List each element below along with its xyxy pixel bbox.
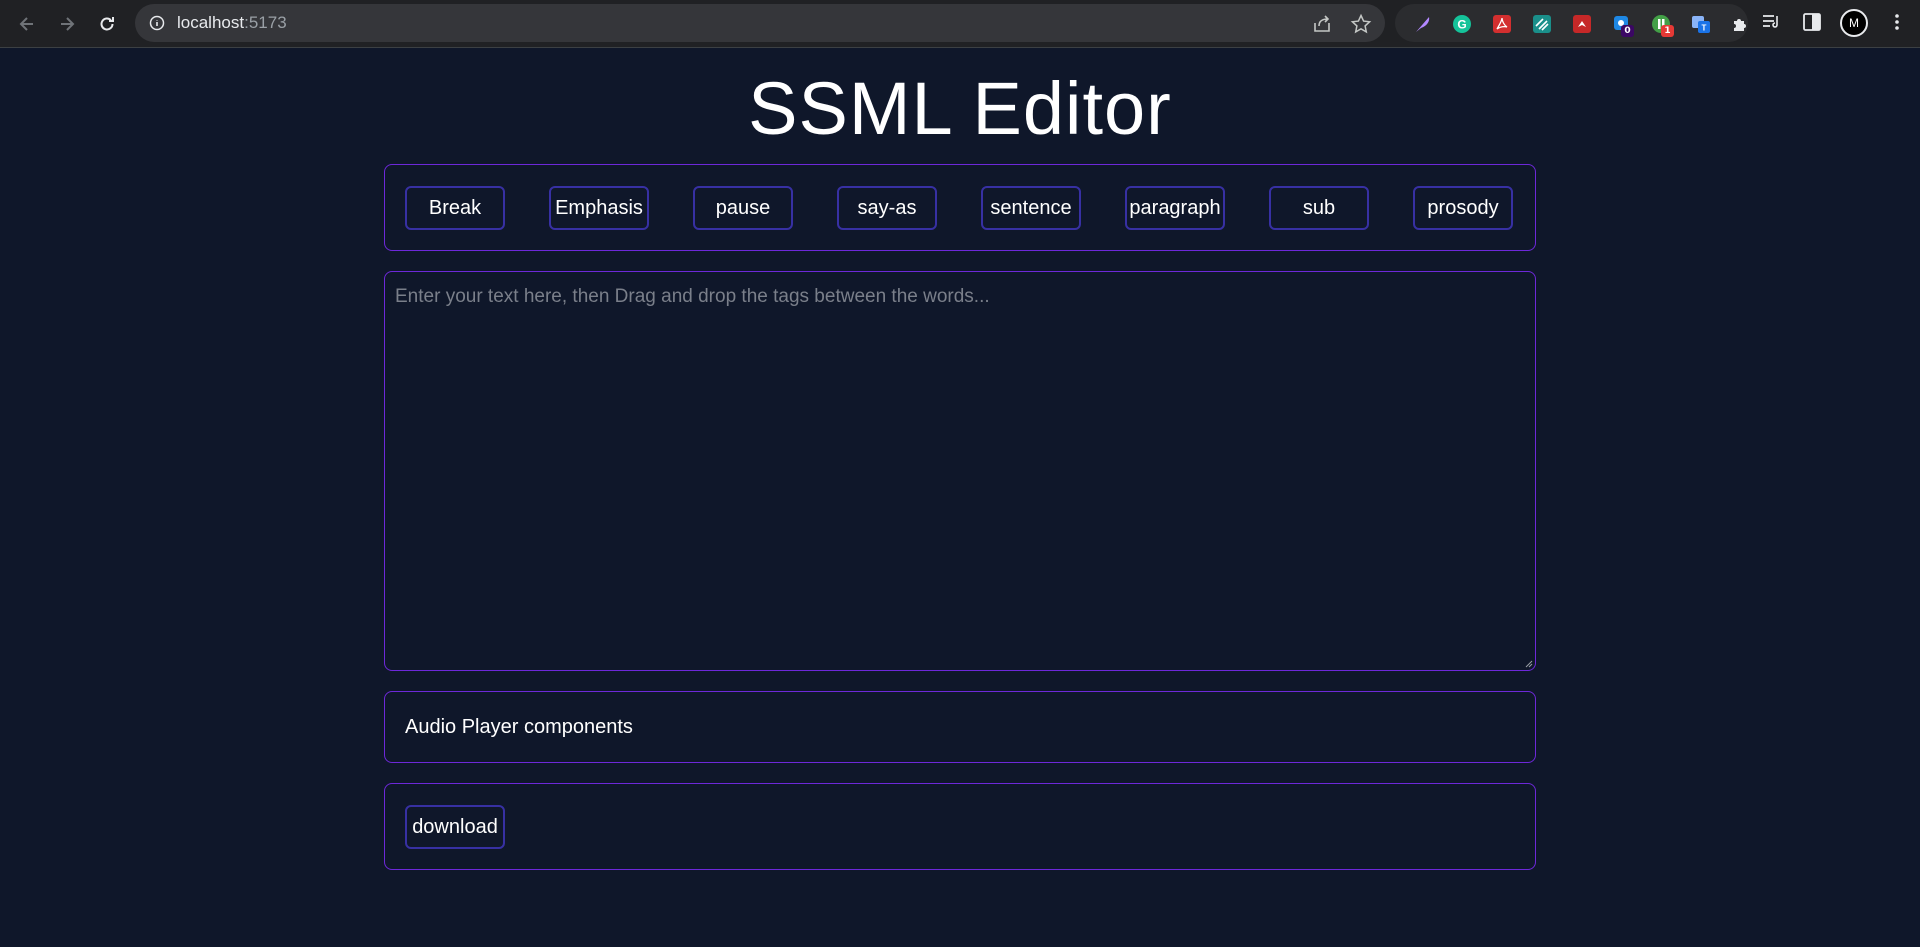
url-text: localhost:5173 (177, 13, 287, 33)
reading-list-icon[interactable] (1760, 11, 1782, 33)
arrow-right-icon (61, 17, 75, 31)
page-title: SSML Editor (748, 67, 1172, 150)
extensions-area: G 0 1 T (1395, 4, 1748, 42)
back-button[interactable] (12, 9, 42, 39)
svg-text:G: G (1457, 18, 1466, 32)
reload-icon (100, 17, 114, 31)
shield-extension-icon[interactable] (1572, 14, 1592, 34)
url-host: localhost (177, 13, 245, 32)
tag-button-sub[interactable]: sub (1269, 186, 1369, 230)
resize-handle-icon[interactable] (1523, 658, 1533, 668)
tag-button-emphasis[interactable]: Emphasis (549, 186, 649, 230)
stack-extension-icon[interactable] (1532, 14, 1552, 34)
address-bar[interactable]: localhost:5173 (135, 4, 1385, 42)
tag-button-sentence[interactable]: sentence (981, 186, 1081, 230)
url-port: :5173 (244, 13, 287, 32)
tag-button-prosody[interactable]: prosody (1413, 186, 1513, 230)
download-panel: download (384, 783, 1536, 870)
feather-extension-icon[interactable] (1413, 14, 1433, 34)
profile-avatar[interactable]: M (1840, 9, 1868, 37)
reload-button[interactable] (92, 9, 122, 39)
side-panel-icon[interactable] (1801, 11, 1823, 33)
audio-player-panel: Audio Player components (384, 691, 1536, 763)
tag-button-break[interactable]: Break (405, 186, 505, 230)
info-icon[interactable] (149, 15, 165, 31)
kebab-menu-icon[interactable] (1886, 11, 1908, 33)
download-button[interactable]: download (405, 805, 505, 849)
translate-extension-icon[interactable]: T (1691, 14, 1711, 34)
audio-player-label: Audio Player components (405, 716, 633, 738)
extension-badge: 1 (1661, 25, 1674, 37)
adobe-acrobat-icon[interactable] (1492, 14, 1512, 34)
svg-text:T: T (1702, 24, 1707, 33)
avatar-letter: M (1849, 16, 1859, 30)
browser-toolbar: localhost:5173 G 0 1 T M (0, 0, 1920, 48)
tag-button-say-as[interactable]: say-as (837, 186, 937, 230)
extension-badge: 0 (1621, 25, 1634, 37)
tag-button-pause[interactable]: pause (693, 186, 793, 230)
tag-button-paragraph[interactable]: paragraph (1125, 186, 1225, 230)
grammarly-icon[interactable]: G (1452, 14, 1472, 34)
tags-toolbar: Break Emphasis pause say-as sentence paragrap… (384, 164, 1536, 251)
star-icon[interactable] (1350, 13, 1372, 35)
puzzle-icon[interactable] (1730, 14, 1750, 34)
ssml-text-editor[interactable] (384, 271, 1536, 671)
share-icon[interactable] (1311, 13, 1333, 35)
arrow-left-icon (19, 17, 33, 31)
forward-button[interactable] (52, 9, 82, 39)
